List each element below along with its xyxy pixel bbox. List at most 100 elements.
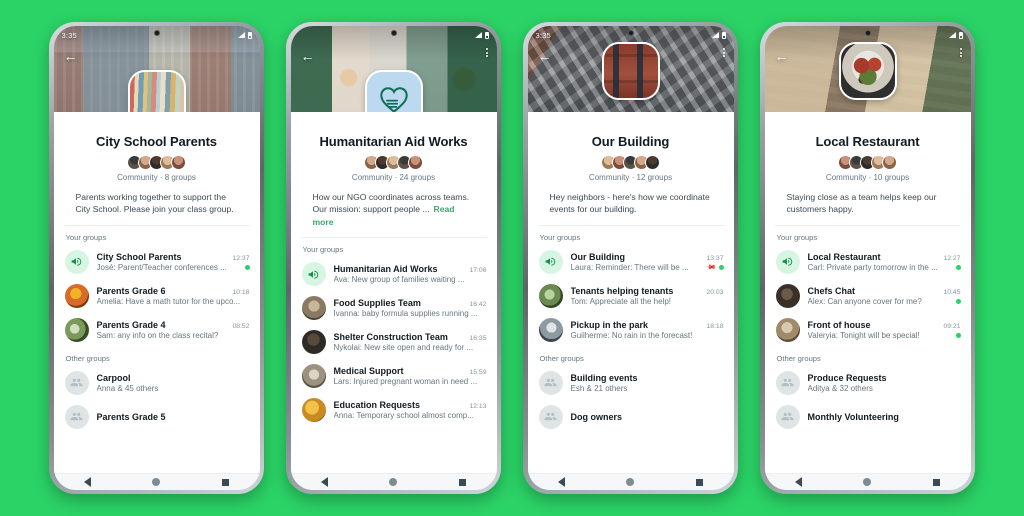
list-item-bottom: Esh & 21 others [571, 384, 724, 393]
list-item-top: Shelter Construction Team 16:35 [334, 332, 487, 342]
list-item[interactable]: Pickup in the park 18:18 Guilherme: No r… [528, 313, 734, 347]
back-arrow-icon[interactable]: ← [300, 48, 316, 64]
front-camera-notch [627, 30, 634, 36]
recents-square-icon[interactable] [695, 478, 703, 486]
phone-screen: ← Humanitarian Aid Works Community · 24 … [290, 26, 497, 490]
list-item-bottom: Guilherme: No rain in the forecast! [571, 331, 724, 340]
group-name: Dog owners [570, 411, 623, 422]
list-item[interactable]: Food Supplies Team 16:42 Ivanna: baby fo… [291, 291, 497, 325]
list-item[interactable]: Local Restaurant 12:27 Carl: Private par… [765, 245, 971, 279]
message-preview: Anna: Temporary school almost comp... [333, 411, 474, 421]
status-icons [238, 31, 252, 39]
list-item[interactable]: Parents Grade 6 10:18 Amelia: Have a mat… [54, 279, 260, 313]
community-avatar[interactable] [838, 42, 897, 100]
list-item-top: Produce Requests [808, 373, 961, 383]
group-name: Medical Support [333, 366, 404, 377]
list-item[interactable]: City School Parents 12:37 José: Parent/T… [54, 245, 260, 279]
list-item[interactable]: Produce Requests Aditya & 32 others [765, 366, 971, 400]
group-name: Food Supplies Team [333, 298, 421, 309]
back-arrow-icon[interactable]: ← [63, 48, 79, 64]
community-description: Staying close as a team helps keep our c… [774, 191, 961, 226]
list-item-top: Parents Grade 5 [97, 412, 250, 422]
community-header: Humanitarian Aid Works Community · 24 gr… [290, 112, 497, 239]
recents-square-icon[interactable] [221, 478, 229, 486]
overflow-menu-icon[interactable] [959, 48, 962, 57]
group-placeholder-icon [538, 370, 563, 395]
home-circle-icon[interactable] [389, 478, 398, 486]
signal-icon [712, 32, 719, 38]
home-circle-icon[interactable] [152, 478, 161, 486]
list-item[interactable]: Parents Grade 5 [54, 400, 260, 434]
group-name: Parents Grade 6 [96, 285, 166, 296]
groups-list[interactable]: Your groups City School Parents 12:37 Jo… [53, 225, 260, 473]
group-photo-avatar [538, 317, 563, 342]
member-avatar [171, 154, 186, 170]
community-avatar[interactable] [364, 70, 423, 112]
back-triangle-icon[interactable] [321, 477, 329, 487]
group-placeholder-icon [775, 370, 800, 395]
message-preview: Carl: Private party tomorrow in the ... [807, 262, 938, 272]
list-item[interactable]: Tenants helping tenants 20:03 Tom: Appre… [528, 279, 734, 313]
back-arrow-icon[interactable]: ← [537, 48, 553, 64]
list-item[interactable]: Our Building 13:37 Laura: Reminder: Ther… [528, 245, 734, 279]
member-summary: Esh & 21 others [570, 383, 628, 393]
community-avatar[interactable] [127, 70, 186, 112]
timestamp: 08:52 [232, 322, 250, 330]
section-label-other-groups: Other groups [65, 353, 110, 363]
list-item[interactable]: Front of house 09:21 Valeryia: Tonight w… [765, 313, 971, 347]
timestamp: 09:21 [943, 322, 961, 330]
timestamp: 15:59 [469, 369, 487, 377]
home-circle-icon[interactable] [626, 478, 635, 486]
back-triangle-icon[interactable] [84, 477, 92, 487]
list-item[interactable]: Dog owners [528, 400, 734, 434]
back-triangle-icon[interactable] [558, 477, 566, 487]
community-title: Humanitarian Aid Works [319, 134, 468, 149]
group-placeholder-icon [64, 370, 89, 395]
back-triangle-icon[interactable] [795, 477, 803, 487]
groups-list[interactable]: Your groups Our Building 13:37 Laura: Re… [527, 225, 734, 473]
list-item[interactable]: Humanitarian Aid Works 17:06 Ava: New gr… [291, 257, 497, 291]
list-item-bottom: Amelia: Have a math tutor for the upco..… [97, 297, 250, 306]
list-item[interactable]: Chefs Chat 10:45 Alex: Can anyone cover … [765, 279, 971, 313]
phone-screen: 3:35 ← Our Building Community · 12 group… [527, 26, 734, 490]
list-item-body: Front of house 09:21 Valeryia: Tonight w… [808, 320, 961, 340]
recents-square-icon[interactable] [932, 478, 940, 486]
list-item-top: Carpool [97, 373, 250, 383]
overflow-menu-icon[interactable] [485, 48, 488, 57]
list-item[interactable]: Education Requests 12:13 Anna: Temporary… [291, 393, 497, 427]
overflow-menu-icon[interactable] [722, 48, 725, 57]
list-item-bottom: Tom: Appreciate all the help! [571, 297, 724, 306]
community-meta: Community · 10 groups [825, 173, 910, 182]
community-description: Hey neighbors - here's how we coordinate… [537, 191, 724, 226]
announcement-megaphone-icon [64, 249, 89, 274]
list-item-top: City School Parents 12:37 [97, 252, 250, 262]
group-name: Education Requests [333, 400, 421, 411]
list-item-bottom: Ava: New group of families waiting ... [334, 275, 487, 284]
message-preview: Valeryia: Tonight will be special! [807, 330, 920, 340]
home-circle-icon[interactable] [863, 478, 872, 486]
list-item[interactable]: Medical Support 15:59 Lars: Injured preg… [291, 359, 497, 393]
list-item-body: Medical Support 15:59 Lars: Injured preg… [334, 366, 487, 386]
list-item-bottom: Laura: Reminder: There will be ... 📌 [571, 262, 724, 273]
list-item-bottom: Aditya & 32 others [808, 384, 961, 393]
list-item[interactable]: Monthly Volunteering [765, 400, 971, 434]
recents-square-icon[interactable] [458, 478, 466, 486]
groups-list[interactable]: Your groups Local Restaurant 12:27 Carl:… [764, 225, 971, 473]
battery-icon [247, 31, 252, 39]
list-item[interactable]: Building events Esh & 21 others [528, 366, 734, 400]
group-photo-avatar [64, 317, 89, 342]
group-photo-avatar [301, 296, 326, 321]
community-description: Parents working together to support the … [63, 191, 250, 226]
group-photo-avatar [538, 283, 563, 308]
list-item[interactable]: Carpool Anna & 45 others [54, 366, 260, 400]
back-arrow-icon[interactable]: ← [774, 48, 790, 64]
list-item[interactable]: Parents Grade 4 08:52 Sam: any info on t… [54, 313, 260, 347]
group-name: Building events [570, 372, 638, 383]
list-item[interactable]: Shelter Construction Team 16:35 Nykolai:… [291, 325, 497, 359]
community-avatar[interactable] [601, 42, 660, 100]
groups-list[interactable]: Your groups Humanitarian Aid Works 17:06… [290, 238, 497, 473]
list-item-top: Front of house 09:21 [808, 320, 961, 330]
unread-dot [955, 332, 961, 338]
group-name: Front of house [807, 319, 871, 330]
list-item-top: Tenants helping tenants 20:03 [571, 286, 724, 296]
